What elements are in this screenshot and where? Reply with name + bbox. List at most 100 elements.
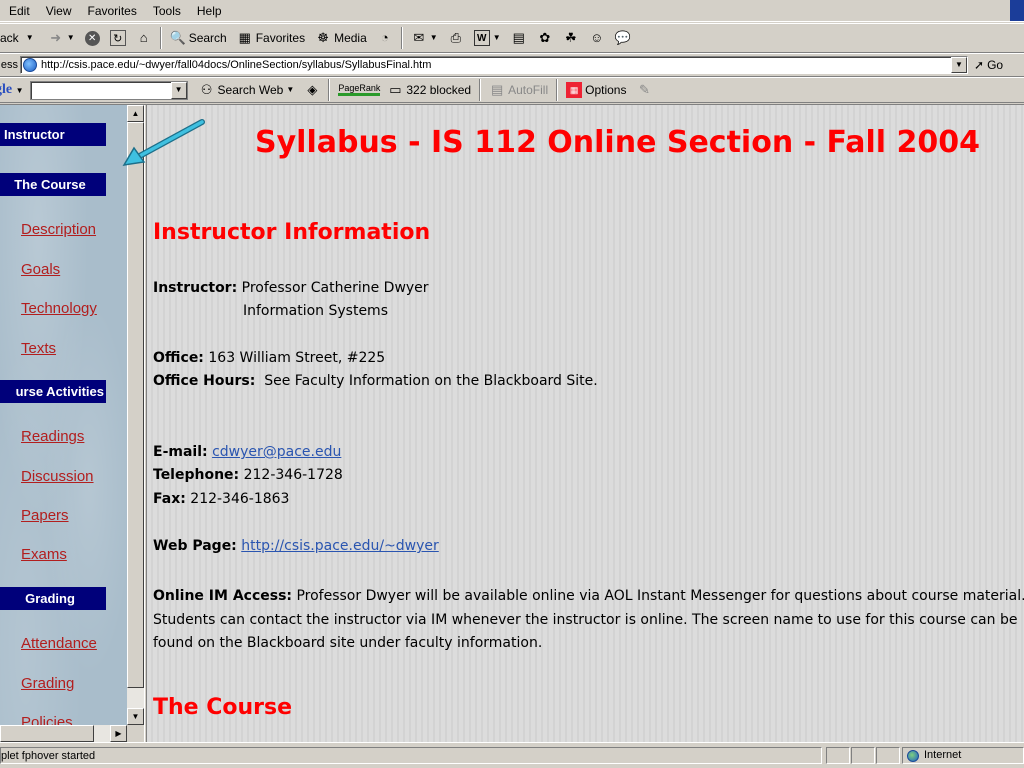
blocked-label: 322 blocked	[406, 83, 472, 97]
research-icon: ☘	[564, 30, 577, 45]
status-text: plet fphover started	[0, 747, 822, 764]
fax-label: Fax:	[153, 491, 186, 507]
menu-favorites[interactable]: Favorites	[79, 1, 144, 21]
page-viewport: Instructor The Course Description Goals …	[0, 104, 1024, 743]
nav-heading-course-activities[interactable]: urse Activities	[0, 380, 106, 403]
media-button[interactable]: ☸ Media	[310, 26, 372, 50]
scroll-down-button[interactable]: ▼	[127, 708, 144, 725]
home-button[interactable]: ⌂	[131, 26, 157, 50]
security-zone: Internet	[902, 747, 1024, 764]
nav-heading-the-course[interactable]: The Course	[0, 173, 106, 196]
chat-bubble-icon: 💬	[614, 30, 631, 45]
pagerank-indicator[interactable]: PageRank	[333, 78, 385, 102]
favorites-button[interactable]: ▦ Favorites	[232, 26, 310, 50]
page-title: Syllabus - IS 112 Online Section - Fall …	[255, 125, 981, 160]
popup-blocker-icon: ▭	[389, 82, 402, 97]
web-page-link[interactable]: http://csis.pace.edu/~dwyer	[241, 538, 439, 554]
menu-view[interactable]: View	[38, 1, 80, 21]
nav-link-readings[interactable]: Readings	[21, 428, 84, 445]
nav-link-discussion[interactable]: Discussion	[21, 468, 94, 485]
back-button[interactable]: ack ▼	[0, 26, 43, 50]
history-button[interactable]: ◔	[372, 26, 398, 50]
news-button[interactable]: ◈	[299, 78, 325, 102]
google-logo-button[interactable]: gle ▼	[0, 82, 24, 98]
discuss-button[interactable]: ▤	[506, 26, 532, 50]
chevron-down-icon: ▼	[429, 33, 438, 42]
favorites-label: Favorites	[255, 31, 306, 45]
go-button[interactable]: ➚ Go	[974, 58, 1003, 72]
print-button[interactable]: ⎙	[443, 26, 469, 50]
nav-horizontal-scrollbar[interactable]: ▶	[0, 725, 127, 743]
messenger-button[interactable]: ✿	[532, 26, 558, 50]
globe-icon	[907, 749, 919, 762]
toolbar-separator	[328, 79, 331, 101]
menu-help[interactable]: Help	[189, 1, 230, 21]
scroll-thumb[interactable]	[127, 122, 144, 688]
google-search-dropdown[interactable]: ▼	[170, 81, 187, 99]
nav-link-texts[interactable]: Texts	[21, 340, 56, 357]
scroll-right-button[interactable]: ▶	[110, 725, 127, 742]
print-icon: ⎙	[450, 30, 461, 45]
menu-edit[interactable]: Edit	[0, 1, 38, 21]
nav-link-description[interactable]: Description	[21, 221, 96, 238]
search-button[interactable]: 🔍 Search	[165, 26, 232, 50]
nav-link-papers[interactable]: Papers	[21, 507, 69, 524]
mail-button[interactable]: ✉ ▼	[406, 26, 443, 50]
nav-link-technology[interactable]: Technology	[21, 300, 97, 317]
email-link[interactable]: cdwyer@pace.edu	[212, 444, 341, 460]
edit-button[interactable]: W ▼	[469, 26, 506, 50]
office-hours-value: See Faculty Information on the Blackboar…	[264, 373, 598, 389]
nav-link-goals[interactable]: Goals	[21, 261, 60, 278]
telephone-label: Telephone:	[153, 467, 240, 483]
people-button[interactable]: ☺	[584, 26, 610, 50]
google-search-input[interactable]: ▼	[29, 80, 188, 100]
people-icon: ☺	[590, 30, 604, 45]
autofill-button[interactable]: ▤ AutoFill	[484, 78, 553, 102]
chevron-down-icon: ▼	[25, 33, 34, 42]
scroll-up-button[interactable]: ▲	[127, 105, 144, 122]
nav-link-attendance[interactable]: Attendance	[21, 635, 97, 652]
horizontal-scroll-thumb[interactable]	[0, 725, 94, 742]
address-input[interactable]: http://csis.pace.edu/~dwyer/fall04docs/O…	[20, 56, 968, 74]
im-access-paragraph: Online IM Access: Professor Dwyer will b…	[153, 585, 1024, 656]
address-dropdown-button[interactable]: ▼	[951, 57, 967, 73]
pagerank-label: PageRank	[338, 84, 381, 96]
chevron-down-icon: ▼	[15, 86, 24, 95]
stop-button[interactable]: ✕	[80, 26, 105, 50]
highlight-button[interactable]: ✎	[631, 78, 657, 102]
content-frame: Syllabus - IS 112 Online Section - Fall …	[147, 105, 1024, 743]
chevron-down-icon: ▼	[66, 33, 75, 42]
chat-button[interactable]: 💬	[610, 26, 636, 50]
fax-value: 212-346-1863	[190, 491, 290, 507]
instructor-department: Information Systems	[243, 303, 388, 319]
autofill-label: AutoFill	[508, 83, 549, 97]
menu-tools[interactable]: Tools	[145, 1, 189, 21]
popup-blocker-button[interactable]: ▭ 322 blocked	[385, 78, 476, 102]
refresh-icon: ↻	[109, 30, 126, 46]
messenger-icon: ✿	[539, 30, 551, 45]
search-web-button[interactable]: ⚇ Search Web ▼	[194, 78, 300, 102]
forward-button[interactable]: ➜ ▼	[43, 26, 80, 50]
office-value: 163 William Street, #225	[208, 350, 386, 366]
research-button[interactable]: ☘	[558, 26, 584, 50]
nav-heading-instructor[interactable]: Instructor	[0, 123, 106, 146]
nav-link-grading[interactable]: Grading	[21, 675, 74, 692]
nav-vertical-scrollbar[interactable]: ▲ ▼	[127, 105, 144, 725]
google-toolbar: gle ▼ ▼ ⚇ Search Web ▼ ◈ PageRank ▭ 322 …	[0, 77, 1024, 103]
address-url: http://csis.pace.edu/~dwyer/fall04docs/O…	[41, 59, 432, 71]
toolbar-separator	[556, 79, 559, 101]
search-icon: 🔍	[169, 30, 186, 45]
options-button[interactable]: ▦ Options	[561, 78, 631, 102]
standard-toolbar: ack ▼ ➜ ▼ ✕ ↻ ⌂ 🔍 Search ▦ Favorites ☸ M…	[0, 23, 1024, 53]
refresh-button[interactable]: ↻	[105, 26, 131, 50]
page-icon	[23, 58, 37, 72]
status-cell	[876, 747, 900, 764]
nav-link-exams[interactable]: Exams	[21, 546, 67, 563]
go-arrow-icon: ➚	[974, 58, 985, 72]
address-label: ess	[0, 59, 18, 71]
toolbar-separator	[479, 79, 482, 101]
office-hours-line: Office Hours: See Faculty Information on…	[153, 373, 598, 389]
nav-heading-grading[interactable]: Grading	[0, 587, 106, 610]
news-icon: ◈	[307, 82, 318, 97]
search-web-label: Search Web	[217, 83, 284, 97]
